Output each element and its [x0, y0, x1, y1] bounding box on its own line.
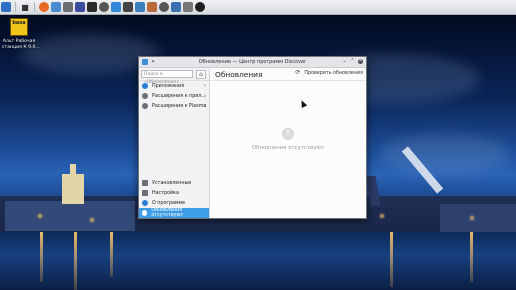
close-button[interactable]: ✕	[358, 59, 363, 64]
desktop-shortcut[interactable]: basa Альт Рабочая станция К 9.0...	[2, 18, 40, 51]
search-input[interactable]: Поиск в «Обновление»...	[141, 70, 193, 85]
page-title: Обновления	[215, 69, 263, 79]
window-titlebar[interactable]: ✦ Обновление — Центр программ Discover ⌄…	[139, 57, 366, 68]
headphones-icon[interactable]	[159, 2, 169, 12]
sidebar-item-applications[interactable]: Приложения ›	[139, 81, 209, 91]
settings-icon[interactable]	[99, 2, 109, 12]
window-title: Обновление — Центр программ Discover	[198, 59, 307, 65]
main-content: Обновления ⟳ Проверить обновления ↑ Обно…	[210, 68, 366, 218]
software-icon[interactable]	[147, 2, 157, 12]
addons-icon	[142, 93, 148, 99]
media-icon[interactable]	[111, 2, 121, 12]
app-menu-icon[interactable]	[1, 2, 11, 12]
sidebar-item-label: Расширения к прил...	[152, 93, 206, 99]
sidebar-item-app-addons[interactable]: Расширения к прил... ›	[139, 91, 209, 101]
panel-separator	[15, 2, 16, 12]
sidebar-item-settings[interactable]: Настройка	[139, 188, 209, 198]
home-button[interactable]: ⌂	[196, 69, 206, 79]
applications-icon	[142, 83, 148, 89]
sidebar-item-about[interactable]: О программе	[139, 198, 209, 208]
sidebar-item-label: Приложения	[152, 83, 185, 89]
sidebar-item-label: Настройка	[152, 190, 179, 196]
show-desktop-icon[interactable]: ■	[20, 2, 30, 13]
sidebar-item-label: Установленные	[152, 180, 192, 186]
power-icon[interactable]	[195, 2, 205, 12]
terminal-icon[interactable]	[75, 2, 85, 12]
firefox-icon[interactable]	[39, 2, 49, 12]
chevron-right-icon: ›	[204, 93, 206, 99]
image-icon[interactable]	[135, 2, 145, 12]
settings-icon	[142, 190, 148, 196]
folder-icon[interactable]	[63, 2, 73, 12]
sidebar-item-installed[interactable]: Установленные	[139, 178, 209, 188]
network-icon[interactable]	[183, 2, 193, 12]
text-icon[interactable]	[123, 2, 133, 12]
desktop-icon-badge: basa	[12, 20, 26, 26]
panel-separator	[34, 2, 35, 12]
river-water	[0, 232, 516, 290]
file-manager-icon[interactable]	[51, 2, 61, 12]
sidebar-item-updates[interactable]: Обновления отсутствуют	[139, 208, 209, 218]
updates-icon	[142, 210, 148, 216]
sidebar: Поиск в «Обновление»... ⌂ Приложения › Р…	[139, 68, 210, 218]
installed-icon	[142, 180, 148, 186]
sidebar-item-label: Обновления отсутствуют	[151, 208, 184, 218]
desktop-icon-label-2: станция К 9.0...	[2, 45, 40, 50]
empty-state: ↑ Обновления отсутствуют	[210, 128, 366, 151]
maximize-button[interactable]: ⌃	[350, 59, 355, 64]
chevron-right-icon: ›	[204, 103, 206, 109]
update-arrow-icon: ↑	[282, 128, 294, 140]
chevron-right-icon: ›	[204, 83, 206, 89]
check-updates-label: Проверить обновления	[304, 70, 363, 76]
alt-workstation-icon: basa	[10, 18, 28, 36]
top-panel: ■	[0, 0, 516, 15]
discover-window: ✦ Обновление — Центр программ Discover ⌄…	[138, 56, 367, 219]
office-icon[interactable]	[87, 2, 97, 12]
check-updates-button[interactable]: ⟳ Проверить обновления	[295, 70, 363, 76]
refresh-icon: ⟳	[295, 69, 301, 76]
sidebar-item-label: Расширения к Plasma	[152, 103, 207, 109]
minimize-button[interactable]: ⌄	[342, 59, 347, 64]
sidebar-item-label: О программе	[152, 200, 186, 206]
sidebar-item-plasma-addons[interactable]: Расширения к Plasma ›	[139, 101, 209, 111]
plasma-icon	[142, 103, 148, 109]
empty-state-text: Обновления отсутствуют	[251, 145, 325, 151]
monitor-icon[interactable]	[171, 2, 181, 12]
info-icon	[142, 200, 148, 206]
